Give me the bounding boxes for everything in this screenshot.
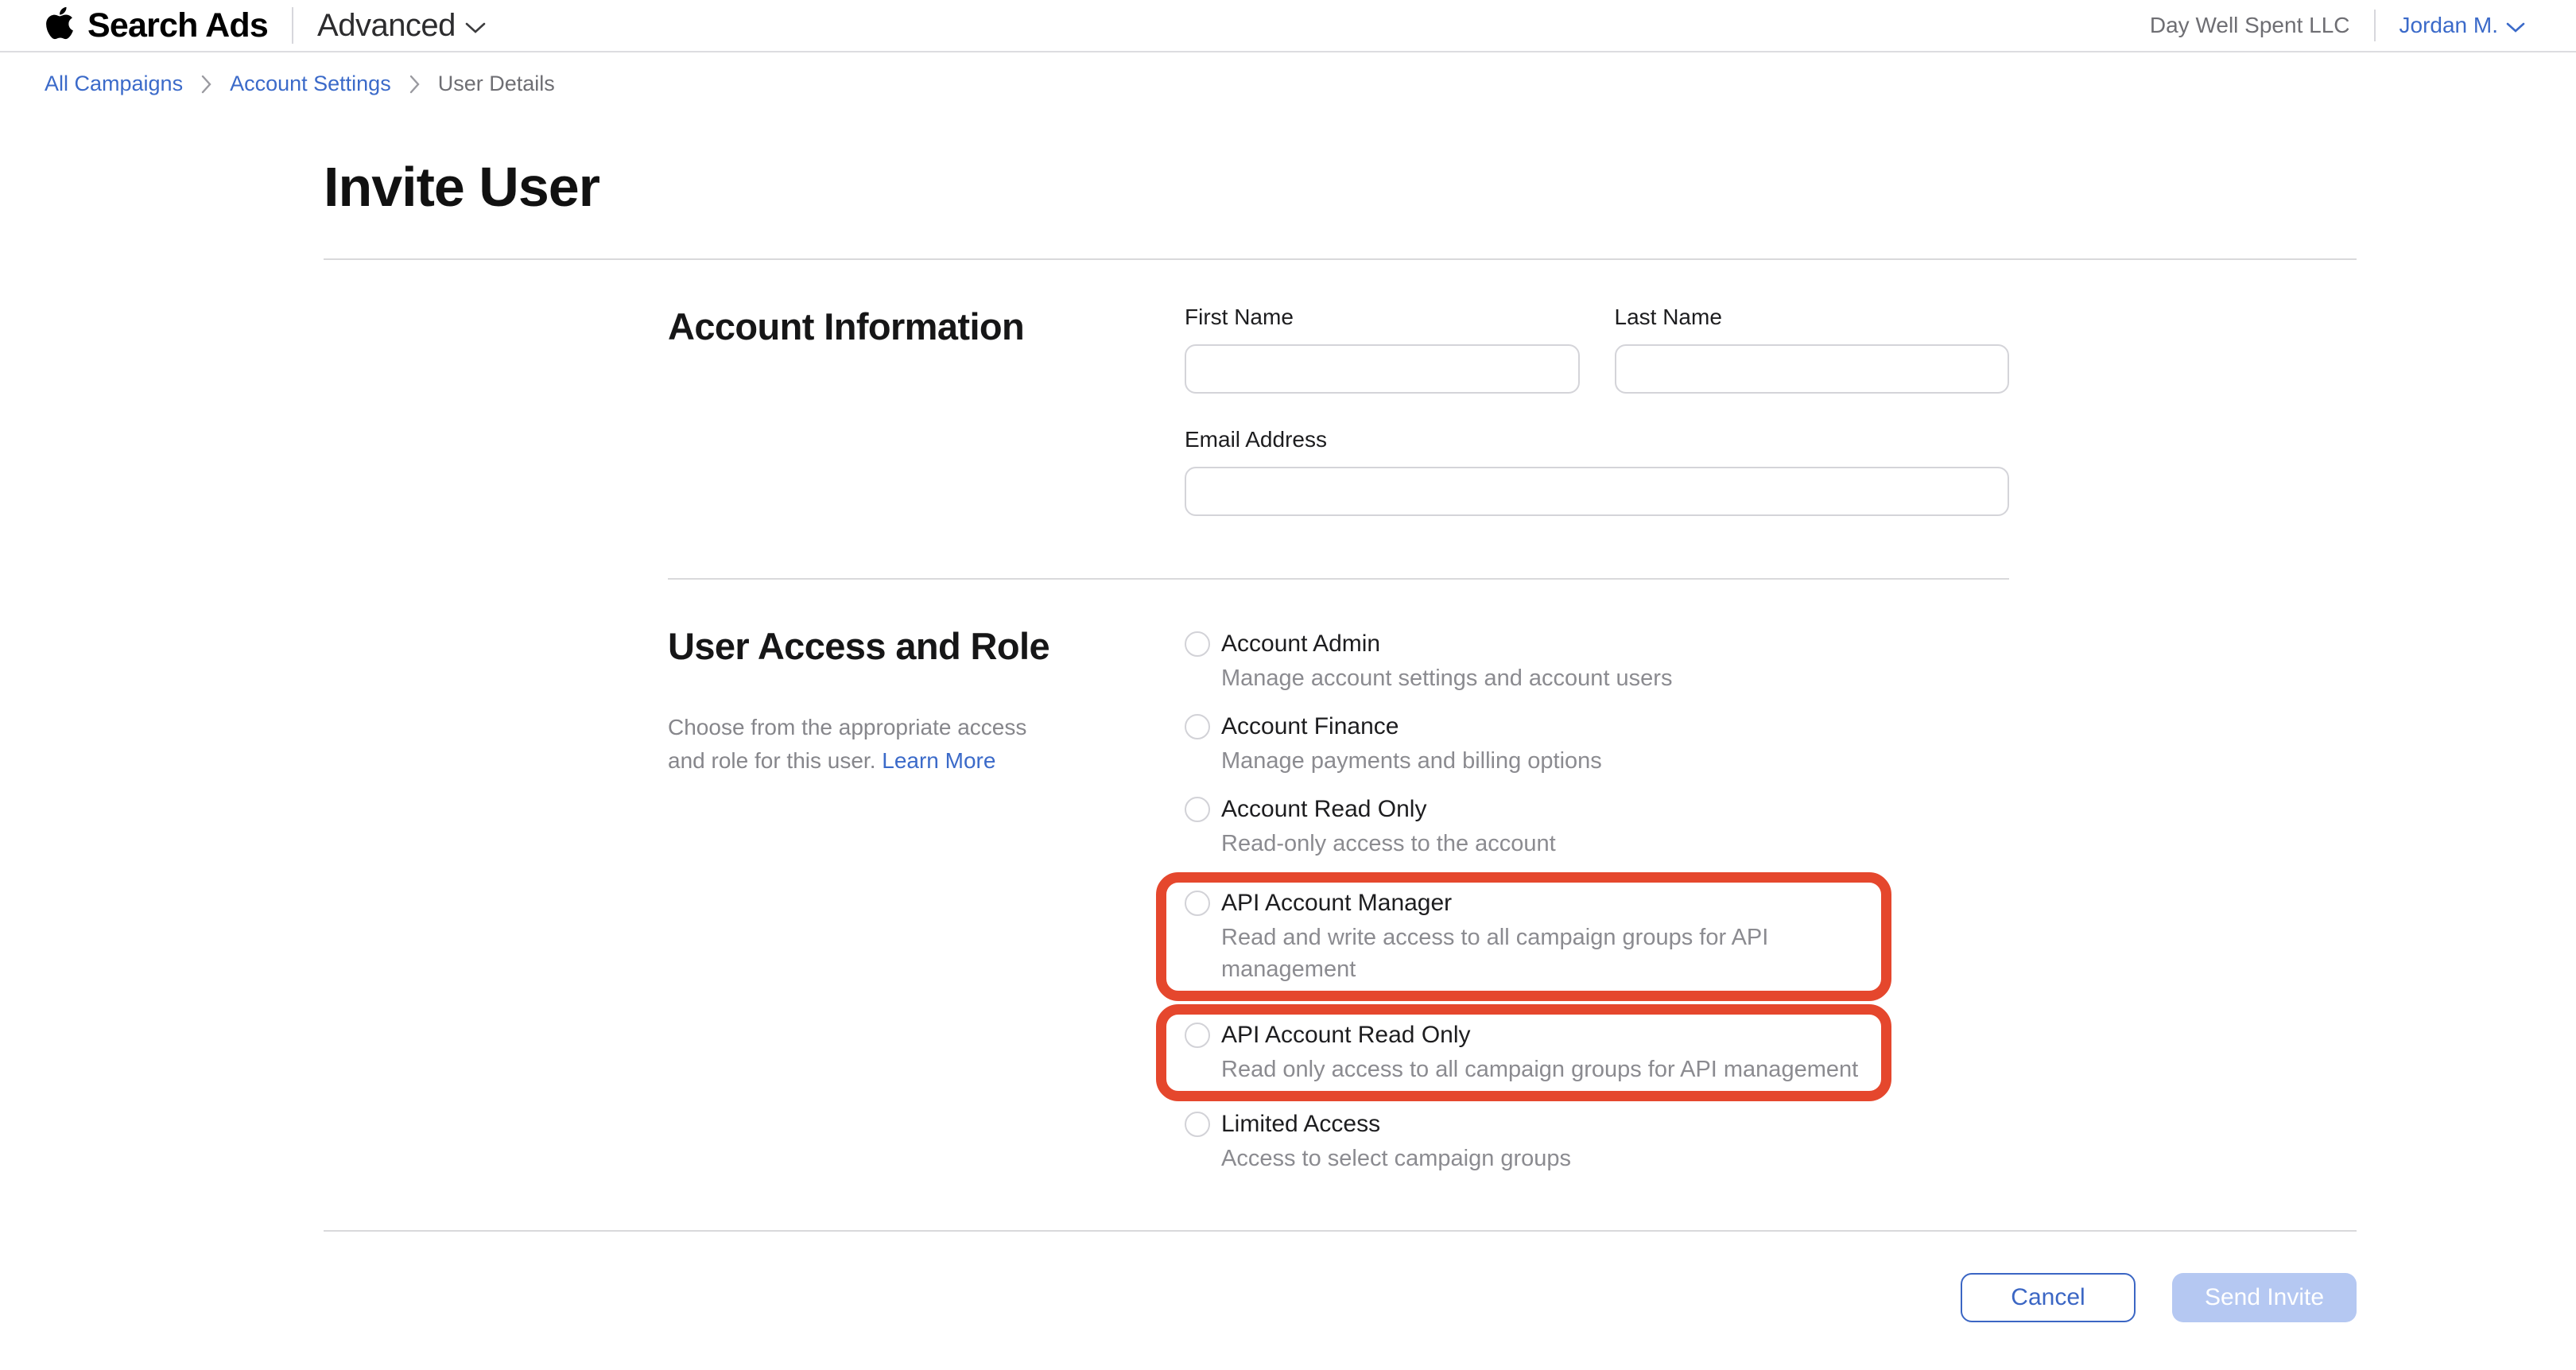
chevron-right-icon — [409, 75, 421, 94]
advanced-menu[interactable]: Advanced — [317, 8, 486, 44]
user-access-section: User Access and Role Choose from the app… — [324, 624, 2357, 1190]
page-title: Invite User — [324, 155, 2357, 219]
role-option-description: Read only access to all campaign groups … — [1221, 1054, 1858, 1085]
role-option-description: Read and write access to all campaign gr… — [1221, 922, 1865, 985]
email-label: Email Address — [1185, 427, 2009, 452]
chevron-down-icon — [2506, 21, 2525, 33]
user-menu-label: Jordan M. — [2399, 13, 2499, 38]
footer-actions: Cancel Send Invite — [324, 1273, 2357, 1370]
radio-button-icon[interactable] — [1185, 714, 1210, 739]
last-name-group: Last Name — [1615, 305, 2010, 394]
highlight-box-api-account-manager: API Account Manager Read and write acces… — [1156, 872, 1891, 1001]
highlight-box-api-account-read-only: API Account Read Only Read only access t… — [1156, 1004, 1891, 1101]
radio-button-icon[interactable] — [1185, 631, 1210, 657]
send-invite-button[interactable]: Send Invite — [2172, 1273, 2357, 1322]
account-information-section: Account Information First Name Last Name… — [324, 305, 2357, 516]
role-option-description: Access to select campaign groups — [1221, 1143, 1571, 1174]
last-name-input[interactable] — [1615, 344, 2010, 394]
breadcrumb-account-settings[interactable]: Account Settings — [230, 72, 391, 96]
radio-button-icon[interactable] — [1185, 797, 1210, 822]
top-nav-bar: Search Ads Advanced Day Well Spent LLC J… — [0, 0, 2576, 52]
footer-divider — [324, 1230, 2357, 1232]
role-option-api-account-manager[interactable]: API Account Manager Read and write acces… — [1185, 887, 1865, 985]
breadcrumb-user-details: User Details — [438, 72, 555, 96]
role-option-description: Read-only access to the account — [1221, 828, 1556, 860]
chevron-right-icon — [200, 75, 212, 94]
user-access-heading: User Access and Role — [668, 624, 1185, 668]
role-option-api-account-read-only[interactable]: API Account Read Only Read only access t… — [1185, 1019, 1865, 1085]
role-option-limited-access[interactable]: Limited Access Access to select campaign… — [1185, 1108, 2009, 1174]
header-divider — [292, 7, 293, 44]
user-menu[interactable]: Jordan M. — [2399, 13, 2526, 38]
section-divider — [668, 578, 2009, 580]
role-option-label: API Account Read Only — [1221, 1019, 1858, 1052]
app-name: Search Ads — [87, 6, 268, 45]
radio-button-icon[interactable] — [1185, 891, 1210, 916]
org-name: Day Well Spent LLC — [2150, 13, 2350, 38]
role-option-label: Account Finance — [1221, 710, 1602, 743]
role-option-account-admin[interactable]: Account Admin Manage account settings an… — [1185, 627, 2009, 694]
role-option-label: Limited Access — [1221, 1108, 1571, 1141]
first-name-label: First Name — [1185, 305, 1580, 330]
breadcrumb: All Campaigns Account Settings User Deta… — [0, 52, 2576, 117]
role-options-list: Account Admin Manage account settings an… — [1185, 627, 2009, 1174]
email-input[interactable] — [1185, 467, 2009, 516]
account-information-heading: Account Information — [668, 305, 1185, 348]
breadcrumb-all-campaigns[interactable]: All Campaigns — [45, 72, 183, 96]
cancel-button[interactable]: Cancel — [1961, 1273, 2136, 1322]
role-option-description: Manage payments and billing options — [1221, 745, 1602, 777]
main-content: Invite User Account Information First Na… — [324, 155, 2357, 1370]
email-group: Email Address — [1185, 427, 2009, 516]
first-name-input[interactable] — [1185, 344, 1580, 394]
role-option-label: Account Admin — [1221, 627, 1672, 661]
brand: Search Ads — [45, 6, 268, 45]
role-option-label: Account Read Only — [1221, 793, 1556, 826]
title-divider — [324, 258, 2357, 260]
radio-button-icon[interactable] — [1185, 1023, 1210, 1048]
apple-icon — [45, 5, 75, 41]
advanced-menu-label: Advanced — [317, 8, 456, 44]
header-divider-right — [2374, 10, 2376, 41]
role-option-description: Manage account settings and account user… — [1221, 662, 1672, 694]
learn-more-link[interactable]: Learn More — [882, 748, 995, 773]
role-option-account-finance[interactable]: Account Finance Manage payments and bill… — [1185, 710, 2009, 777]
last-name-label: Last Name — [1615, 305, 2010, 330]
role-option-account-read-only[interactable]: Account Read Only Read-only access to th… — [1185, 793, 2009, 860]
first-name-group: First Name — [1185, 305, 1580, 394]
radio-button-icon[interactable] — [1185, 1112, 1210, 1137]
role-option-label: API Account Manager — [1221, 887, 1865, 920]
user-access-description: Choose from the appropriate access and r… — [668, 711, 1069, 778]
chevron-down-icon — [465, 21, 486, 34]
